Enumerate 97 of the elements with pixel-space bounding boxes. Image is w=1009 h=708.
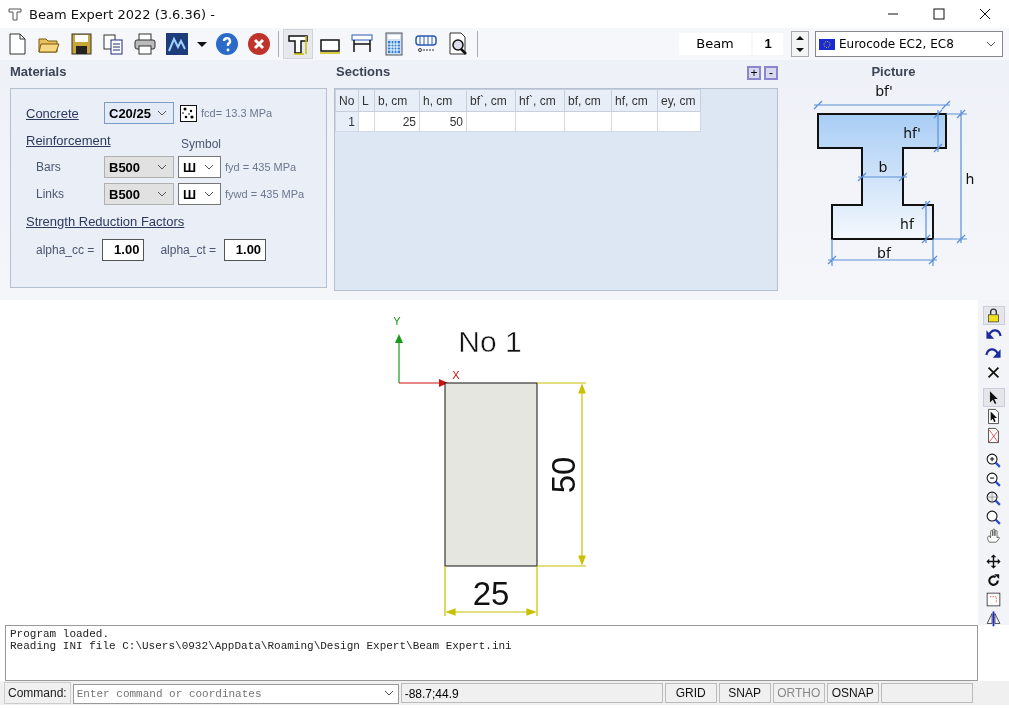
concrete-link[interactable]: Concrete xyxy=(26,105,104,121)
chevron-icon xyxy=(157,191,167,197)
axis-label: X xyxy=(452,369,460,381)
chevron-icon xyxy=(986,41,996,47)
mode-toggle[interactable]: SNAP xyxy=(718,683,771,703)
maximize-icon[interactable] xyxy=(933,8,945,20)
pointer-on-page-icon xyxy=(985,408,1002,425)
caret-icon xyxy=(196,40,208,48)
panel-title: Materials xyxy=(10,63,68,80)
steel-type-label: Links xyxy=(36,187,65,201)
y-axis-arrow xyxy=(395,334,403,384)
window-title: Beam Expert 2022 (3.6.36) - xyxy=(29,6,215,22)
chevron-icon xyxy=(204,164,214,170)
drawing-canvas[interactable]: No 1 Y X 50 25 xyxy=(0,300,978,625)
panel-title: Sections xyxy=(335,63,392,80)
chevron-icon xyxy=(157,164,167,170)
section-title: No 1 xyxy=(458,325,522,358)
mirror-icon xyxy=(985,610,1002,627)
beam-section-rectangle[interactable] xyxy=(444,382,538,567)
command-field[interactable]: Enter command or coordinates xyxy=(72,684,399,704)
dimension-value: 50 xyxy=(545,456,582,494)
dimension-label: bf' xyxy=(875,83,893,99)
crossed-page-icon xyxy=(985,427,1002,444)
column-header: hf`, cm xyxy=(515,89,565,112)
command-label: Command: xyxy=(4,682,71,704)
chevron-icon[interactable] xyxy=(383,690,394,696)
column-header: bf`, cm xyxy=(466,89,516,112)
dimension-label: hf' xyxy=(903,125,921,141)
help-icon xyxy=(215,32,239,56)
design-strength-text: fywd = 435 MPa xyxy=(225,188,305,200)
padlock-icon xyxy=(985,307,1002,324)
factor-field[interactable]: 1.00 xyxy=(102,239,145,261)
column-header: hf, cm xyxy=(611,89,658,112)
steel-type-label: Bars xyxy=(36,160,62,174)
symbol-header: Symbol xyxy=(181,137,221,151)
add-row-button[interactable]: + xyxy=(747,66,761,80)
chevron-icon xyxy=(204,191,214,197)
zoom-window-icon xyxy=(985,490,1002,507)
column-header: bf, cm xyxy=(564,89,612,112)
t-section-icon xyxy=(286,32,310,56)
magnifier-icon xyxy=(985,509,1002,526)
factor-label: alpha_ct = xyxy=(160,243,217,257)
dimension-line xyxy=(857,172,908,182)
factor-label: alpha_cc = xyxy=(36,243,95,257)
steel-grade-dropdown[interactable]: B500 xyxy=(104,183,174,205)
pointer-arrow-button[interactable] xyxy=(982,388,1005,407)
axis-label: Y xyxy=(393,315,401,327)
four-way-arrow-icon xyxy=(985,553,1002,570)
element-number-field[interactable]: 1 xyxy=(753,33,783,55)
column-header: b, cm xyxy=(374,89,420,112)
number-spinner[interactable] xyxy=(791,31,809,57)
dimension-label: bf xyxy=(877,245,891,261)
element-type-label: Beam xyxy=(679,33,751,55)
copy-icon xyxy=(101,32,125,56)
padlock-button[interactable] xyxy=(982,306,1005,325)
close-icon[interactable] xyxy=(979,8,991,20)
concrete-grade-dropdown[interactable]: C20/25 xyxy=(104,102,174,124)
mode-toggle[interactable]: GRID xyxy=(664,683,717,703)
column-header: No xyxy=(335,89,359,112)
close-icon xyxy=(247,32,271,56)
zoom-in-icon xyxy=(985,452,1002,469)
signal-chart-icon xyxy=(165,32,189,56)
dashed-corner-icon xyxy=(985,591,1002,608)
flag-icon xyxy=(819,38,835,50)
chevron-icon xyxy=(157,110,167,116)
factor-field[interactable]: 1.00 xyxy=(224,239,267,261)
column-header: h, cm xyxy=(419,89,467,112)
dimension-value: 25 xyxy=(472,575,510,612)
design-code-dropdown[interactable]: Eurocode EC2, EC8 xyxy=(815,31,1003,57)
dimension-label: b xyxy=(878,159,888,175)
design-strength-text: fyd = 435 MPa xyxy=(225,161,297,173)
symbol-dropdown[interactable]: Ш xyxy=(178,183,221,205)
remove-row-button[interactable]: - xyxy=(764,66,778,80)
design-strength-text: fcd= 13.3 MPa xyxy=(201,107,273,119)
dimension-label: hf xyxy=(900,216,914,232)
calculator-icon xyxy=(382,32,406,56)
coordinates-readout: -88.7;44.9 xyxy=(400,683,663,703)
log-line: Program loaded. xyxy=(10,628,111,640)
t-section-button[interactable] xyxy=(283,29,313,59)
hand-icon xyxy=(985,528,1002,545)
panel-title: Picture xyxy=(870,63,917,80)
dimension-label: h xyxy=(965,171,975,187)
table-cell: 1 xyxy=(335,111,359,132)
x-axis-arrow xyxy=(398,379,448,387)
beam-logo-icon xyxy=(8,7,22,21)
reduction-factors-link[interactable]: Strength Reduction Factors xyxy=(26,213,185,229)
cross-icon xyxy=(985,364,1002,381)
reinforcement-link[interactable]: Reinforcement xyxy=(26,132,181,148)
concrete-texture-icon[interactable] xyxy=(180,104,197,122)
steel-grade-dropdown[interactable]: B500 xyxy=(104,156,174,178)
symbol-dropdown[interactable]: Ш xyxy=(178,156,221,178)
log-line: Reading INI file C:\Users\0932\AppData\Roaming\Design Expert\Beam Expert.ini xyxy=(10,640,513,652)
zoom-out-icon xyxy=(985,471,1002,488)
column-header: ey, cm xyxy=(657,89,701,112)
printer-icon xyxy=(133,32,157,56)
mode-toggle[interactable]: OSNAP xyxy=(826,683,879,703)
rotate-icon xyxy=(985,572,1002,589)
